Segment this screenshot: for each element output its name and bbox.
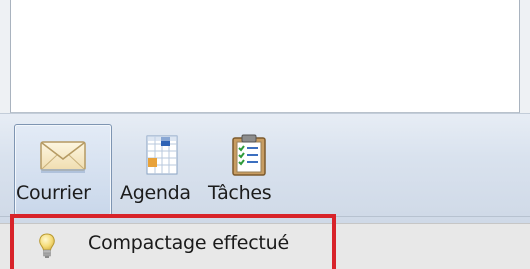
tasks-icon — [223, 132, 275, 178]
content-area[interactable] — [10, 0, 520, 113]
nav-label-tasks: Tâches — [208, 182, 272, 204]
mail-icon — [37, 133, 89, 179]
status-highlight-box — [10, 214, 336, 269]
nav-label-calendar: Agenda — [120, 182, 191, 204]
calendar-icon — [135, 132, 187, 178]
left-gutter — [0, 0, 10, 120]
nav-label-mail: Courrier — [16, 182, 91, 204]
right-gutter — [520, 0, 530, 120]
